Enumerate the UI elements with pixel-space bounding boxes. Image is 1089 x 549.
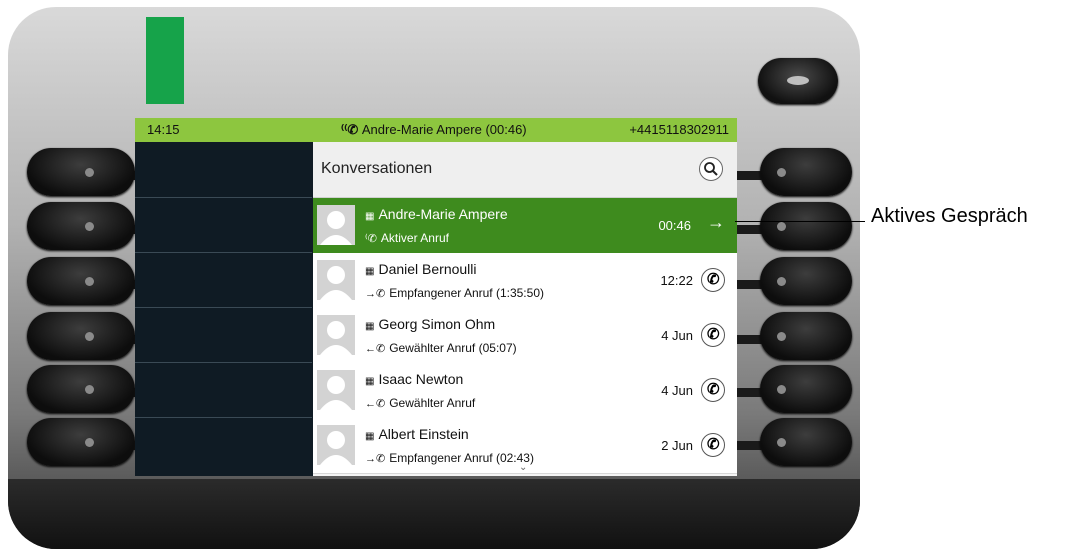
avatar bbox=[317, 260, 355, 300]
key-dot bbox=[85, 277, 94, 286]
active-call-icon: ⁽✆ bbox=[365, 233, 377, 245]
building-icon: ▦ bbox=[365, 266, 375, 277]
right-softkey-1[interactable] bbox=[760, 148, 852, 196]
display-screen: 14:15 ⁽⁽✆ Andre-Marie Ampere (00:46) +44… bbox=[135, 118, 737, 476]
call-status-text: Aktiver Anruf bbox=[380, 231, 449, 245]
call-status: ←✆ Gewählter Anruf (05:07) bbox=[365, 341, 517, 355]
scroll-more-icon[interactable]: ⌄ bbox=[519, 462, 527, 473]
key-dot bbox=[85, 385, 94, 394]
left-softkey-4[interactable] bbox=[27, 312, 135, 360]
key-dot bbox=[85, 168, 94, 177]
left-softkey-1[interactable] bbox=[27, 148, 135, 196]
callout-label: Aktives Gespräch bbox=[871, 205, 1028, 227]
incoming-call-icon: →✆ bbox=[365, 453, 386, 465]
key-dot bbox=[777, 332, 786, 341]
message-led bbox=[146, 17, 184, 104]
building-icon: ▦ bbox=[365, 321, 375, 332]
callout-line bbox=[735, 221, 865, 222]
conversations-panel: Konversationen ▦ Andre-Marie Ampere ⁽✆ Akt… bbox=[313, 142, 737, 476]
phone-icon[interactable]: ✆ bbox=[701, 268, 725, 292]
right-softkey-6[interactable] bbox=[760, 418, 852, 466]
contact-name-text: Georg Simon Ohm bbox=[378, 316, 496, 332]
contact-name: ▦ Albert Einstein bbox=[365, 426, 469, 442]
avatar bbox=[317, 315, 355, 355]
divider bbox=[135, 307, 312, 308]
divider bbox=[135, 197, 312, 198]
call-time: 12:22 bbox=[660, 273, 693, 288]
own-number: +4415118302911 bbox=[629, 122, 729, 137]
right-softkey-3[interactable] bbox=[760, 257, 852, 305]
hook-button-indicator bbox=[787, 76, 809, 85]
building-icon: ▦ bbox=[365, 431, 375, 442]
key-dot bbox=[85, 332, 94, 341]
panel-header: Konversationen bbox=[313, 142, 737, 198]
contact-name: ▦ Andre-Marie Ampere bbox=[365, 206, 508, 222]
divider bbox=[135, 362, 312, 363]
phone-base bbox=[8, 479, 860, 549]
phone-icon[interactable]: ✆ bbox=[701, 323, 725, 347]
left-softkey-5[interactable] bbox=[27, 365, 135, 413]
key-dot bbox=[777, 277, 786, 286]
call-status: ⁽✆ Aktiver Anruf bbox=[365, 231, 449, 245]
key-dot bbox=[777, 385, 786, 394]
hook-button[interactable] bbox=[758, 58, 838, 104]
contact-name: ▦ Daniel Bernoulli bbox=[365, 261, 477, 277]
page-title: Konversationen bbox=[321, 160, 433, 177]
contact-name: ▦ Isaac Newton bbox=[365, 371, 463, 387]
building-icon: ▦ bbox=[365, 211, 375, 222]
conversation-row[interactable]: ▦ Georg Simon Ohm ←✆ Gewählter Anruf (05:0… bbox=[313, 308, 737, 364]
incoming-call-icon: →✆ bbox=[365, 288, 386, 300]
left-softkey-6[interactable] bbox=[27, 418, 135, 466]
connected-call-icon: ⁽⁽✆ bbox=[341, 122, 362, 137]
conversation-row[interactable]: ▦ Isaac Newton ←✆ Gewählter Anruf 4 Jun ✆ bbox=[313, 363, 737, 419]
key-dot bbox=[777, 168, 786, 177]
key-dot bbox=[777, 222, 786, 231]
status-bar: 14:15 ⁽⁽✆ Andre-Marie Ampere (00:46) +44… bbox=[135, 118, 737, 142]
avatar bbox=[317, 425, 355, 465]
key-dot bbox=[777, 438, 786, 447]
call-status-text: Gewählter Anruf bbox=[389, 396, 476, 410]
clock: 14:15 bbox=[147, 122, 180, 137]
call-time: 4 Jun bbox=[661, 383, 693, 398]
call-status-text: Empfangener Anruf (1:35:50) bbox=[389, 286, 544, 300]
conversation-row-active[interactable]: ▦ Andre-Marie Ampere ⁽✆ Aktiver Anruf 00:4… bbox=[313, 198, 737, 253]
active-call-label: Andre-Marie Ampere (00:46) bbox=[361, 122, 527, 137]
right-softkey-5[interactable] bbox=[760, 365, 852, 413]
key-dot bbox=[85, 438, 94, 447]
search-icon[interactable] bbox=[699, 157, 723, 181]
arrow-right-icon[interactable]: → bbox=[707, 212, 725, 233]
building-icon: ▦ bbox=[365, 376, 375, 387]
contact-name-text: Daniel Bernoulli bbox=[378, 261, 477, 277]
call-status: →✆ Empfangener Anruf (02:43) bbox=[365, 451, 534, 465]
outgoing-call-icon: ←✆ bbox=[365, 398, 386, 410]
left-softkey-2[interactable] bbox=[27, 202, 135, 250]
left-softkey-labels bbox=[135, 142, 312, 476]
outgoing-call-icon: ←✆ bbox=[365, 343, 386, 355]
call-time: 2 Jun bbox=[661, 438, 693, 453]
key-dot bbox=[85, 222, 94, 231]
avatar bbox=[317, 370, 355, 410]
conversation-row[interactable]: ▦ Daniel Bernoulli →✆ Empfangener Anruf (1… bbox=[313, 253, 737, 309]
right-softkey-4[interactable] bbox=[760, 312, 852, 360]
active-call-status: ⁽⁽✆ Andre-Marie Ampere (00:46) bbox=[341, 118, 527, 142]
call-status-text: Gewählter Anruf (05:07) bbox=[389, 341, 517, 355]
call-time: 00:46 bbox=[658, 218, 691, 233]
right-softkey-2[interactable] bbox=[760, 202, 852, 250]
contact-name-text: Albert Einstein bbox=[378, 426, 469, 442]
call-time: 4 Jun bbox=[661, 328, 693, 343]
contact-name-text: Isaac Newton bbox=[378, 371, 464, 387]
call-status-text: Empfangener Anruf (02:43) bbox=[389, 451, 534, 465]
contact-name: ▦ Georg Simon Ohm bbox=[365, 316, 495, 332]
call-status: →✆ Empfangener Anruf (1:35:50) bbox=[365, 286, 544, 300]
left-softkey-3[interactable] bbox=[27, 257, 135, 305]
contact-name-text: Andre-Marie Ampere bbox=[378, 206, 508, 222]
avatar bbox=[317, 205, 355, 245]
divider bbox=[135, 417, 312, 418]
phone-icon[interactable]: ✆ bbox=[701, 378, 725, 402]
phone-icon[interactable]: ✆ bbox=[701, 433, 725, 457]
divider bbox=[135, 252, 312, 253]
call-status: ←✆ Gewählter Anruf bbox=[365, 396, 475, 410]
